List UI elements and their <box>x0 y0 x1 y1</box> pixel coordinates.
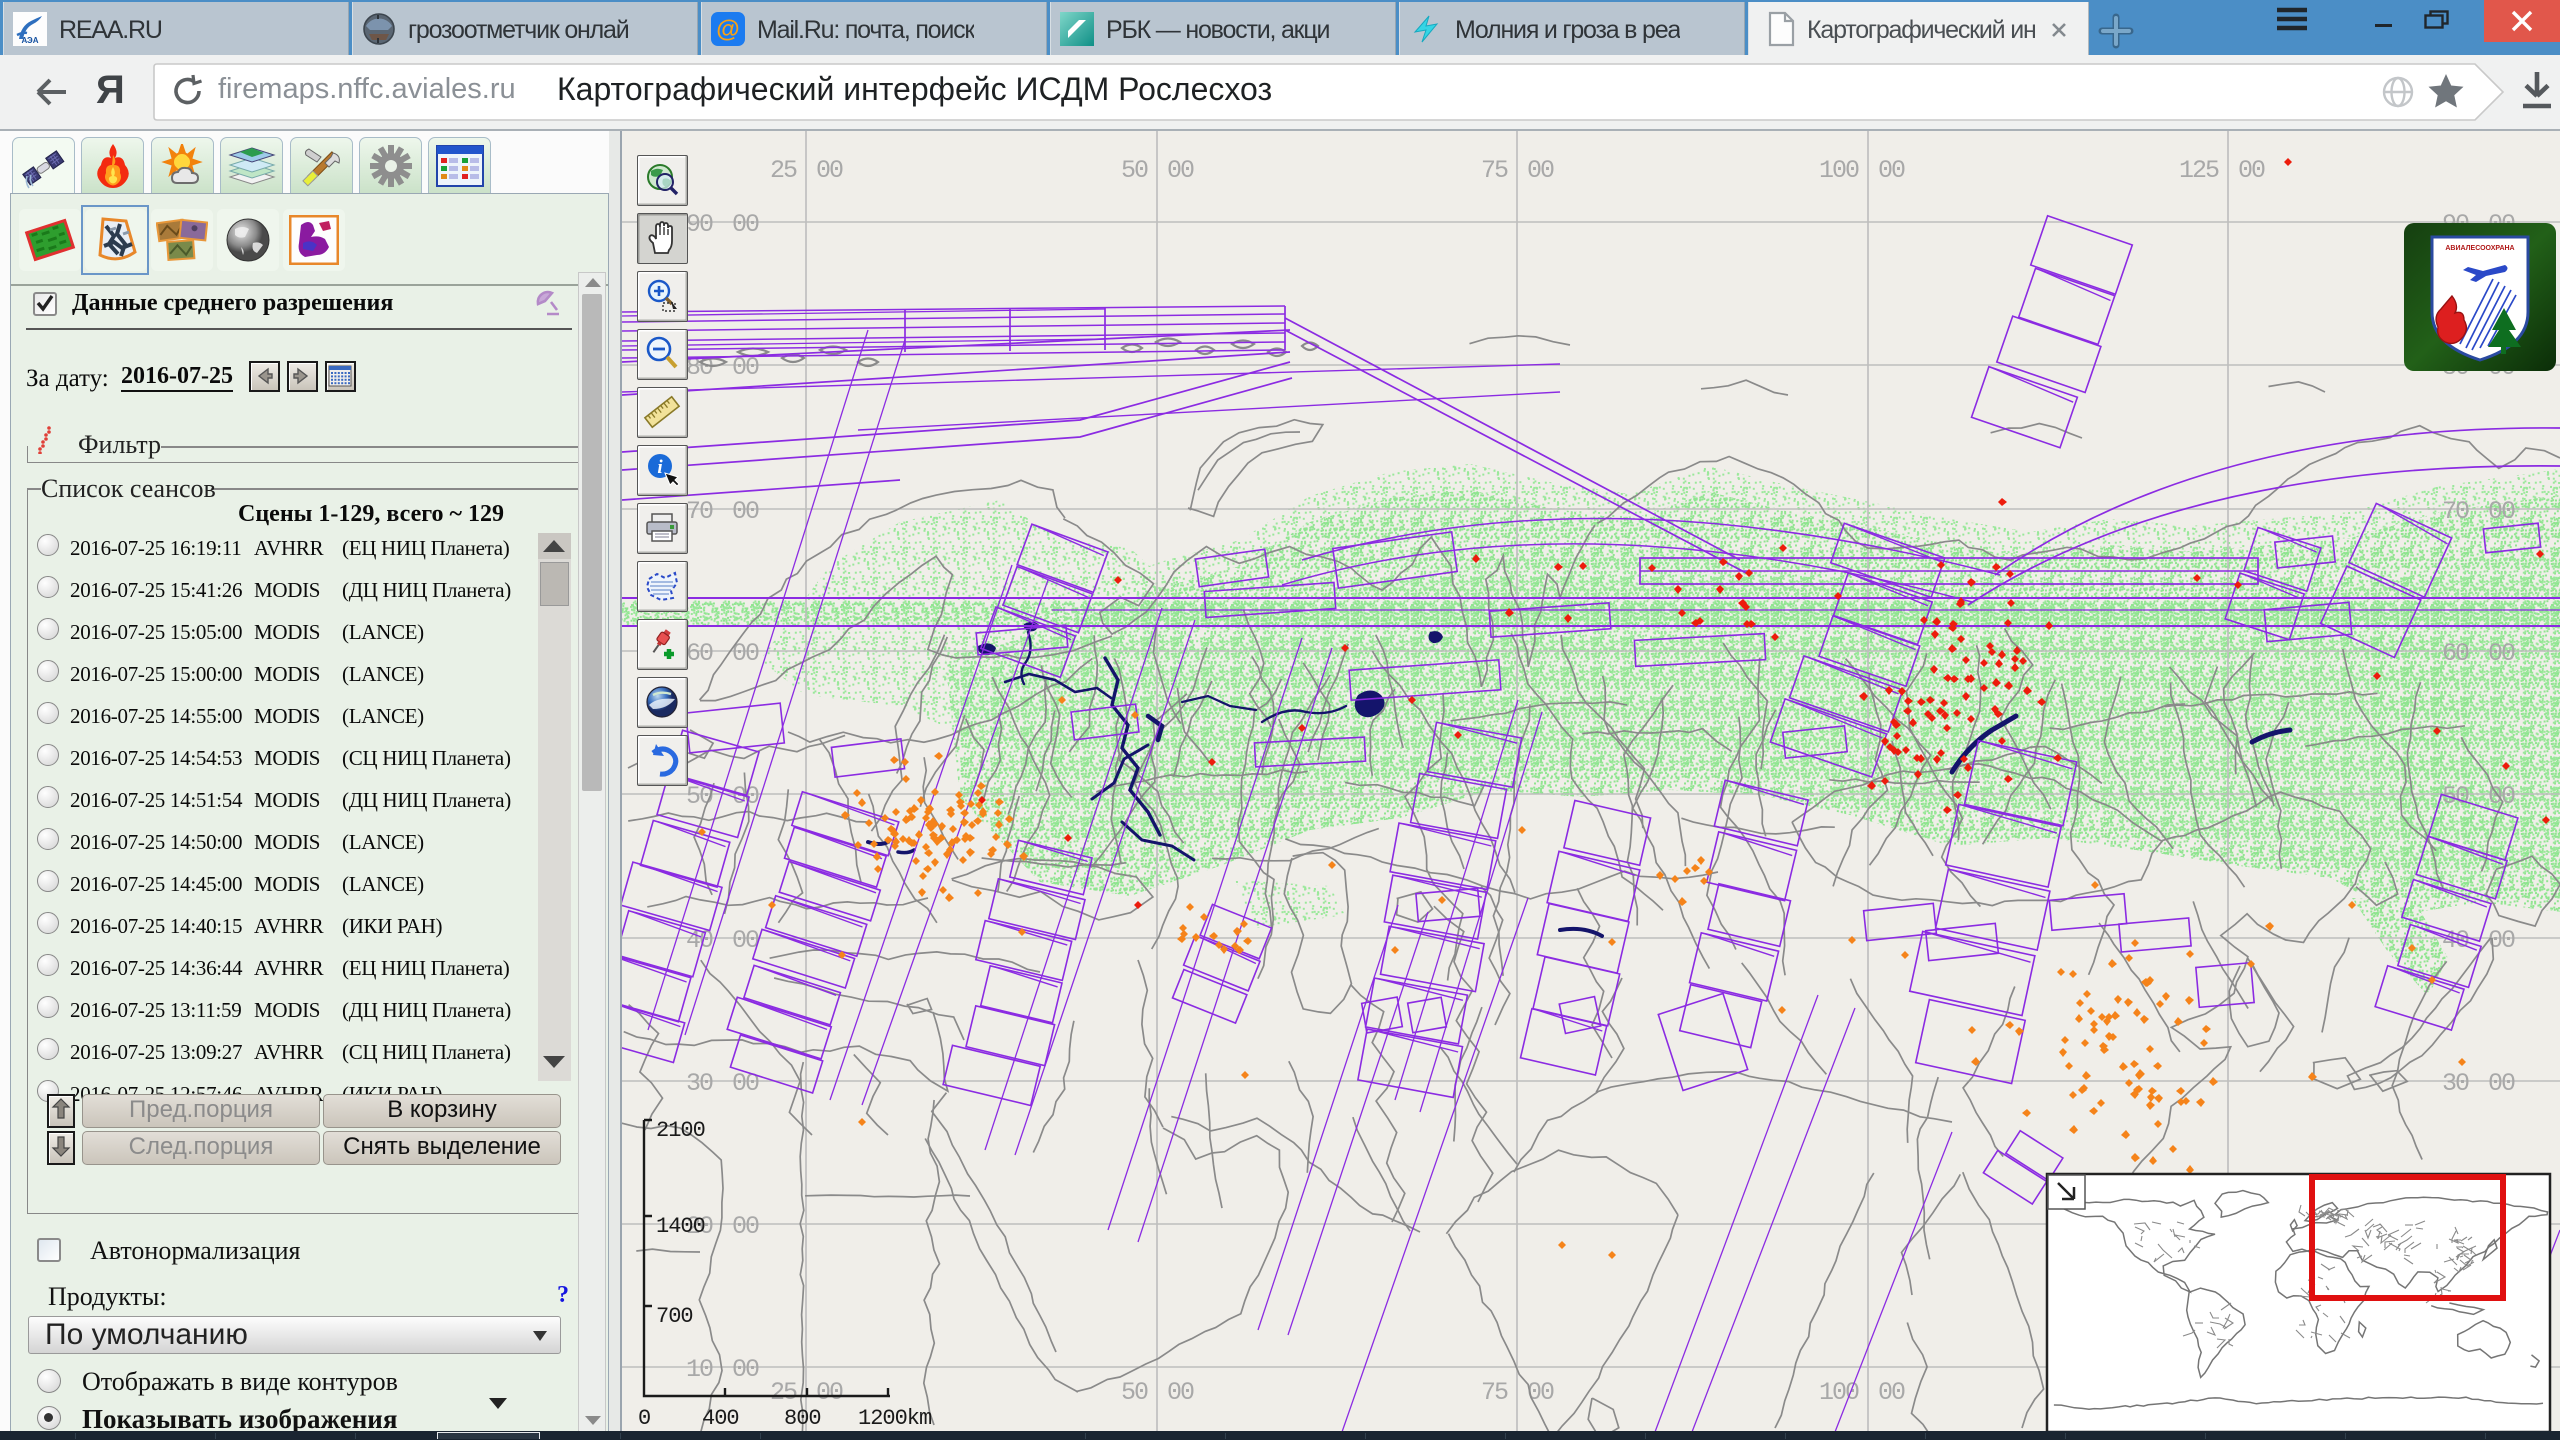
svg-text:00: 00 <box>816 1378 843 1407</box>
svg-text:10: 10 <box>686 1355 713 1384</box>
svg-text:25: 25 <box>770 156 797 185</box>
svg-text:00: 00 <box>1167 1378 1194 1407</box>
svg-text:100: 100 <box>1819 1378 1859 1407</box>
svg-text:1400: 1400 <box>656 1214 705 1239</box>
svg-text:25: 25 <box>770 1378 797 1407</box>
svg-text:125: 125 <box>2179 156 2219 185</box>
svg-text:00: 00 <box>732 1355 759 1384</box>
svg-text:30: 30 <box>2442 1069 2469 1098</box>
svg-text:50: 50 <box>1121 1378 1148 1407</box>
svg-text:70: 70 <box>686 497 713 526</box>
svg-text:АЭА: АЭА <box>21 36 38 45</box>
svg-text:00: 00 <box>2488 1069 2515 1098</box>
svg-text:70: 70 <box>2442 497 2469 526</box>
svg-text:800: 800 <box>784 1406 821 1431</box>
svg-text:700: 700 <box>656 1304 693 1329</box>
svg-text:00: 00 <box>2488 497 2515 526</box>
svg-text:00: 00 <box>732 1212 759 1241</box>
svg-text:@: @ <box>716 16 739 43</box>
svg-text:00: 00 <box>1167 156 1194 185</box>
svg-text:00: 00 <box>2238 156 2265 185</box>
svg-text:00: 00 <box>732 210 759 239</box>
svg-text:2100: 2100 <box>656 1118 705 1143</box>
svg-text:1200km: 1200km <box>858 1406 932 1431</box>
svg-text:60: 60 <box>686 639 713 668</box>
svg-text:АВИАЛЕСООХРАНА: АВИАЛЕСООХРАНА <box>2445 245 2514 252</box>
svg-text:90: 90 <box>686 210 713 239</box>
svg-text:75: 75 <box>1481 1378 1508 1407</box>
svg-text:00: 00 <box>732 1069 759 1098</box>
svg-text:00: 00 <box>1527 1378 1554 1407</box>
svg-text:50: 50 <box>1121 156 1148 185</box>
svg-text:00: 00 <box>816 156 843 185</box>
svg-text:75: 75 <box>1481 156 1508 185</box>
svg-text:00: 00 <box>1527 156 1554 185</box>
svg-text:60: 60 <box>2442 639 2469 668</box>
svg-text:00: 00 <box>1878 1378 1905 1407</box>
svg-text:00: 00 <box>2488 639 2515 668</box>
svg-text:400: 400 <box>702 1406 739 1431</box>
svg-text:100: 100 <box>1819 156 1859 185</box>
svg-text:30: 30 <box>686 1069 713 1098</box>
svg-text:0: 0 <box>638 1406 650 1431</box>
svg-text:00: 00 <box>732 497 759 526</box>
svg-text:i: i <box>657 457 663 478</box>
svg-text:00: 00 <box>1878 156 1905 185</box>
